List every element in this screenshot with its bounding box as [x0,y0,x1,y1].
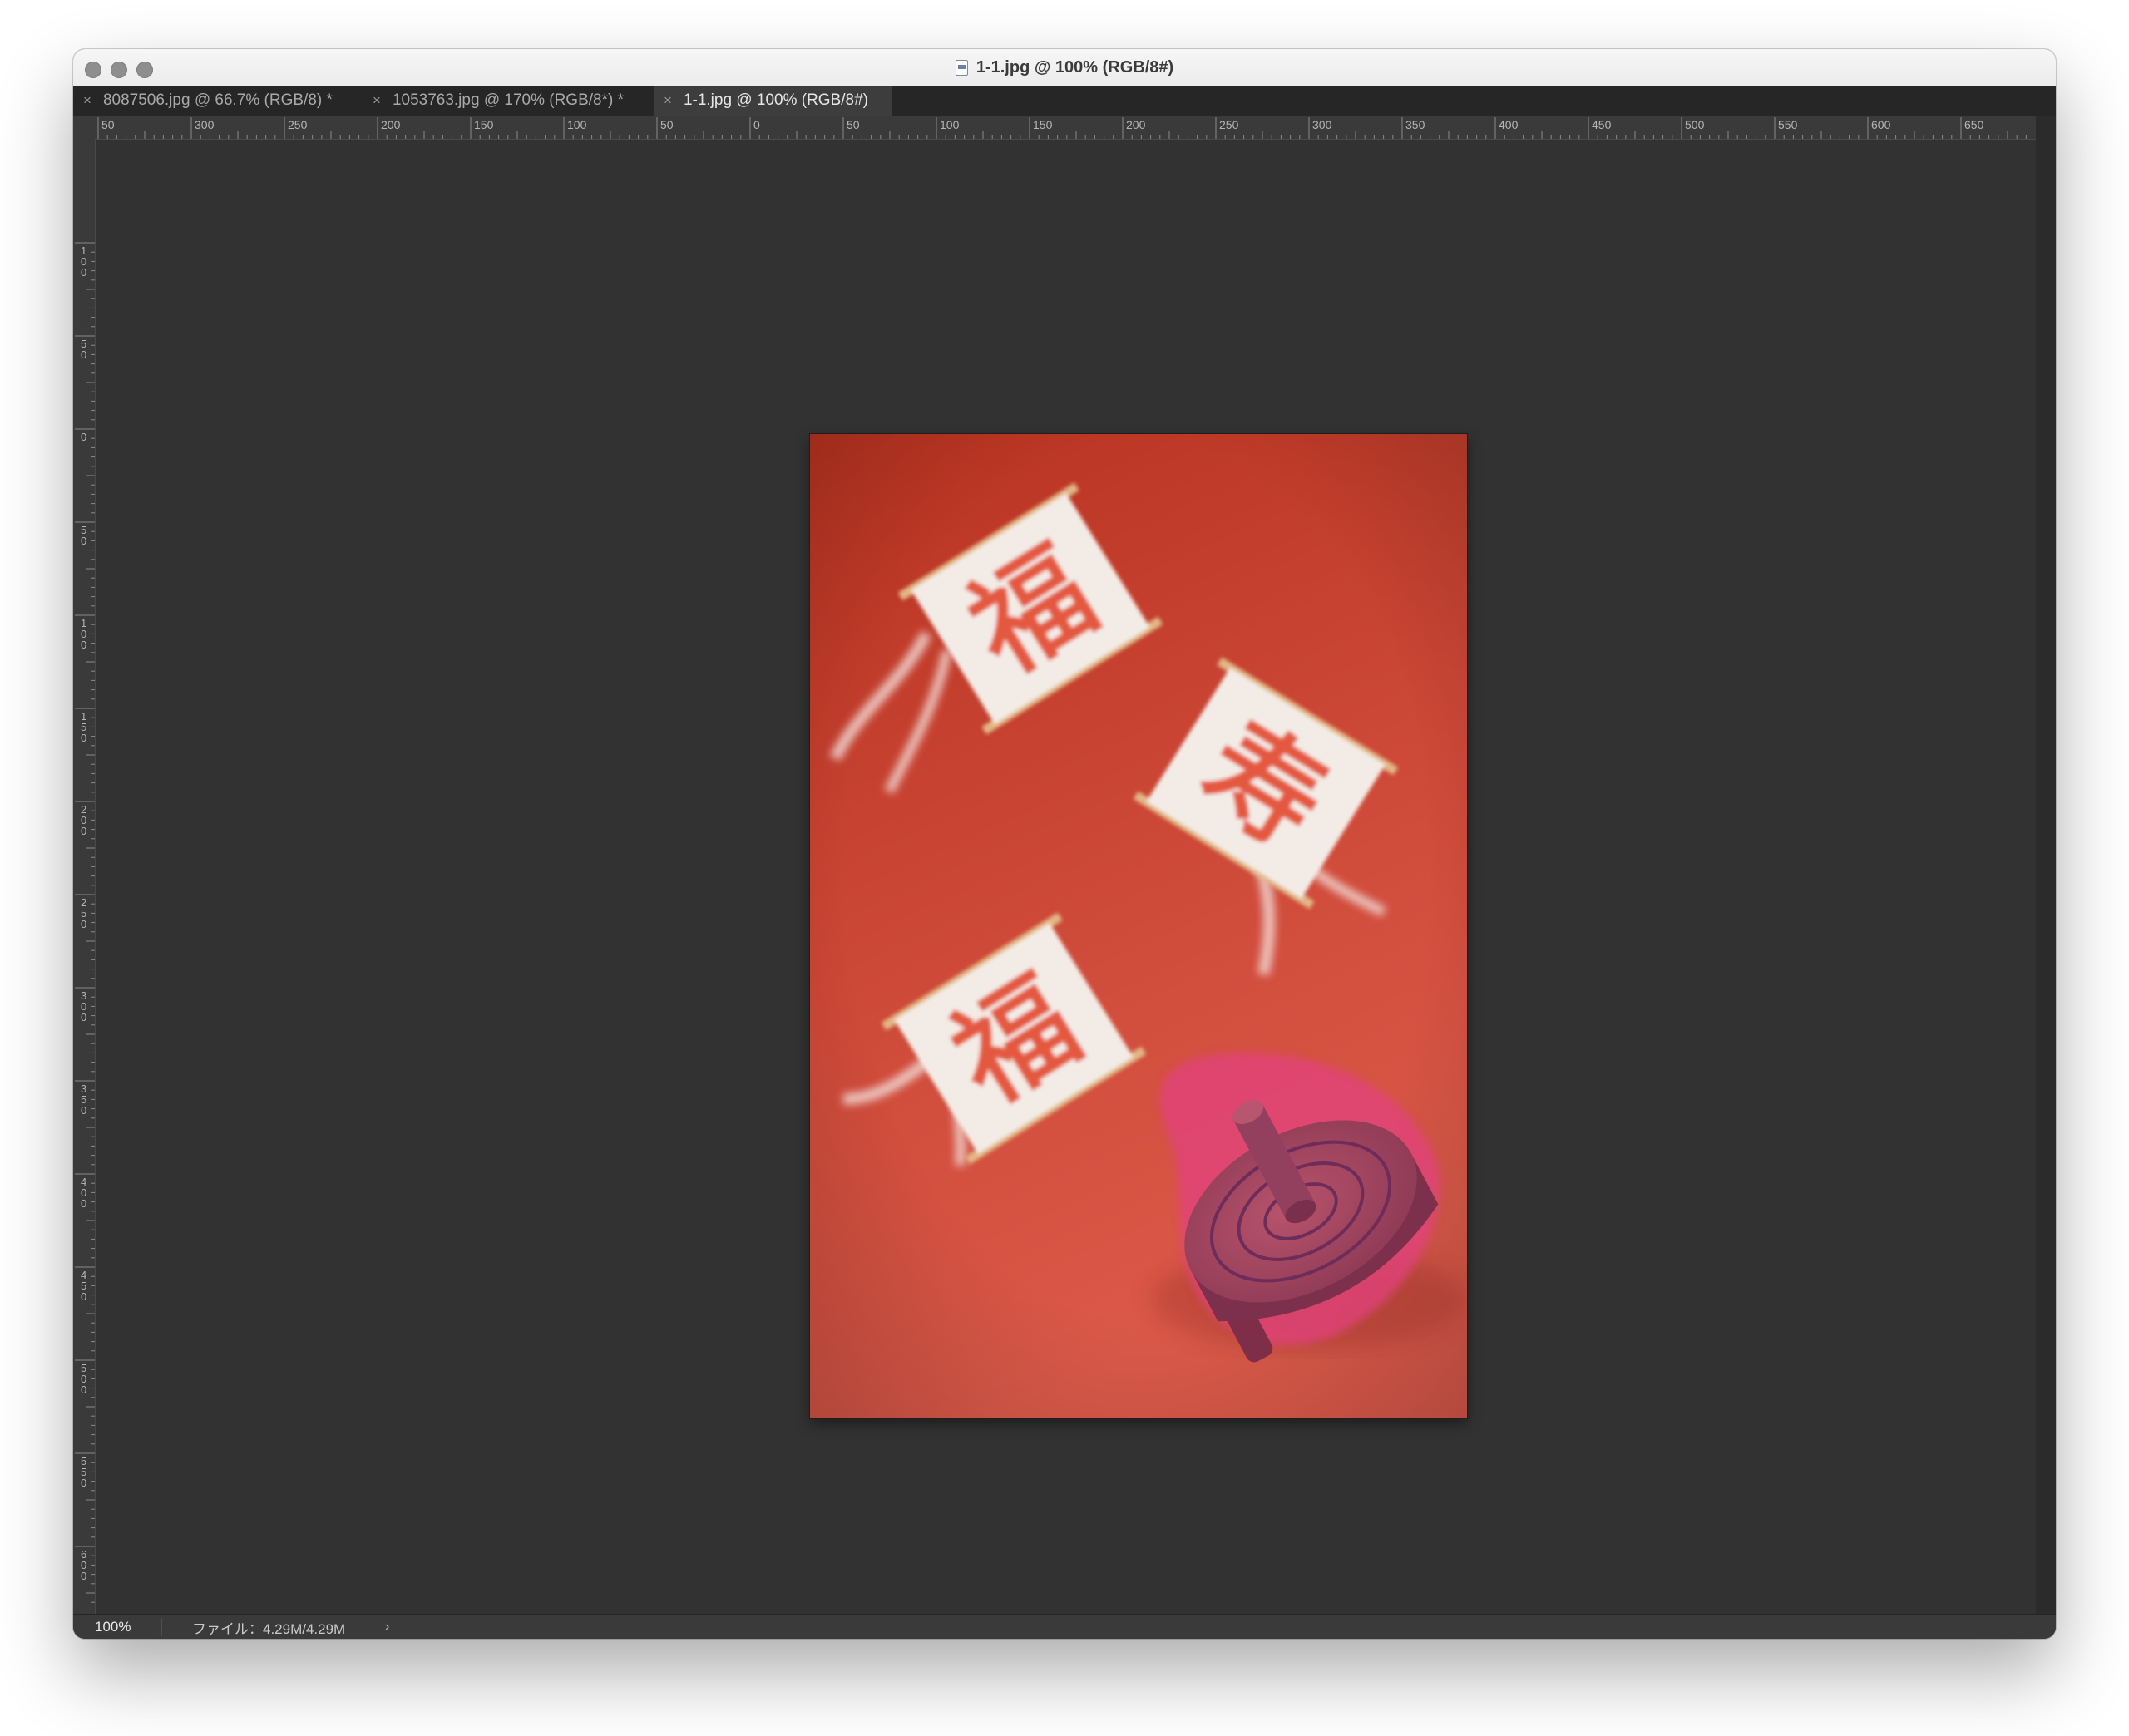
vertical-scrollbar[interactable] [2036,116,2056,1614]
tab-1053763[interactable]: × 1053763.jpg @ 170% (RGB/8*) * [363,86,654,116]
ruler-label: 0 [753,118,760,131]
zoom-level[interactable]: 100% [73,1619,161,1635]
status-bar: 100% ファイル：4.29M/4.29M › [73,1614,2056,1639]
vertical-ruler-ticks: 1005005010015020025030035040045050055060… [75,242,95,1603]
ruler-label: 250 [1219,118,1239,131]
ruler-label: 0 [81,431,86,443]
ruler-label: 0 [81,1104,86,1117]
status-divider [161,1618,162,1636]
ruler-label: 50 [101,118,115,131]
ruler-label: 650 [1964,118,1984,131]
tab-close-icon[interactable]: × [83,92,91,109]
ruler-label: 50 [660,118,674,131]
ruler-label: 200 [1126,118,1146,131]
ruler-label: 300 [195,118,215,131]
ruler-label: 0 [81,732,86,744]
ruler-label: 0 [81,825,86,837]
ruler-label: 500 [1685,118,1705,131]
ruler-label: 50 [847,118,860,131]
tab-label: 8087506.jpg @ 66.7% (RGB/8) * [102,91,333,109]
tab-8087506[interactable]: × 8087506.jpg @ 66.7% (RGB/8) * [73,86,363,116]
ruler-label: 400 [1499,118,1519,131]
tab-label: 1-1.jpg @ 100% (RGB/8#) [683,91,868,109]
ruler-label: 150 [474,118,494,131]
status-menu-arrow-icon[interactable]: › [385,1620,389,1635]
photo-top-and-kites-image: 福 寿 福 [810,434,1467,1418]
ruler-label: 0 [81,639,86,651]
ruler-label: 600 [1871,118,1891,131]
document-image[interactable]: 福 寿 福 [810,434,1467,1418]
ruler-label: 100 [567,118,587,131]
ruler-label: 300 [1312,118,1332,131]
ruler-label: 0 [81,918,86,930]
title-bar[interactable]: 1-1.jpg @ 100% (RGB/8#) [73,49,2056,86]
ruler-label: 0 [81,1197,86,1210]
vertical-ruler[interactable]: 1005005010015020025030035040045050055060… [73,139,96,1614]
horizontal-ruler-ticks: 50 300 250 200 150 100 50 0 50 100 150 200 250 300 350… [97,117,2027,139]
ruler-label: 100 [940,118,960,131]
ruler-label: 0 [81,266,86,279]
ruler-label: 0 [81,1570,86,1582]
ruler-label: 150 [1033,118,1053,131]
document-proxy-icon[interactable] [955,59,968,76]
ruler-label: 0 [81,1290,86,1303]
ruler-label: 450 [1592,118,1612,131]
file-size-info: ファイル：4.29M/4.29M [192,1620,346,1637]
ruler-label: 200 [381,118,401,131]
ruler-label: 0 [81,1383,86,1396]
ruler-label: 0 [81,1477,86,1489]
document-tab-bar: × 8087506.jpg @ 66.7% (RGB/8) * × 105376… [73,86,2056,116]
tab-1-1[interactable]: × 1-1.jpg @ 100% (RGB/8#) [654,86,892,116]
ruler-label: 0 [81,348,86,361]
ruler-label: 250 [288,118,308,131]
ruler-label: 0 [81,535,86,547]
ruler-label: 350 [1405,118,1425,131]
window-title: 1-1.jpg @ 100% (RGB/8#) [976,57,1174,76]
ruler-label: 0 [81,1011,86,1023]
ruler-label: 550 [1778,118,1798,131]
tab-close-icon[interactable]: × [373,92,381,109]
photoshop-document-window: 1-1.jpg @ 100% (RGB/8#) × 8087506.jpg @ … [73,49,2056,1639]
tab-close-icon[interactable]: × [664,92,672,109]
tab-label: 1053763.jpg @ 170% (RGB/8*) * [392,91,624,109]
horizontal-ruler[interactable]: 50 300 250 200 150 100 50 0 50 100 150 200 250 300 350… [73,116,2036,140]
